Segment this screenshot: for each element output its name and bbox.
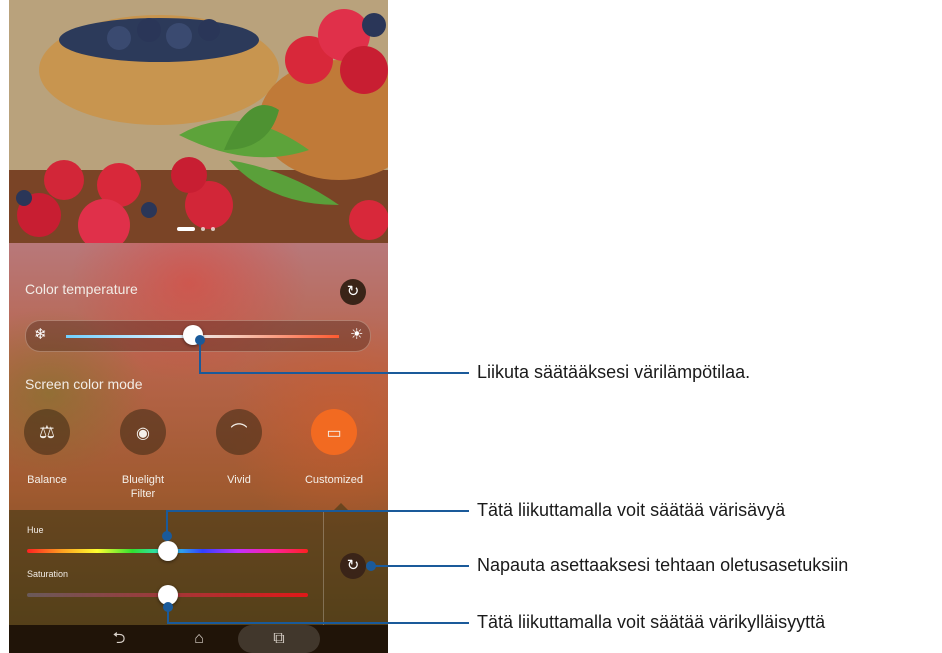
back-button[interactable]: ⮌	[104, 625, 134, 653]
home-button[interactable]: ⌂	[184, 625, 214, 653]
hue-leader-vertical	[166, 510, 168, 536]
customized-mode-button[interactable]: ▭	[311, 409, 357, 455]
page-indicator	[177, 227, 217, 231]
screen-color-mode-title: Screen color mode	[25, 376, 143, 392]
rainbow-icon: ⌒	[230, 423, 248, 442]
balance-mode-label: Balance	[27, 474, 67, 486]
temperature-leader-vertical	[199, 340, 201, 374]
refresh-icon: ↻	[346, 557, 360, 574]
home-icon: ⌂	[194, 630, 204, 647]
back-icon: ⮌	[112, 630, 126, 647]
hue-leader-horizontal	[166, 510, 469, 512]
eye-shield-icon: ◉	[136, 425, 150, 442]
hue-thumb[interactable]	[157, 541, 178, 561]
customize-divider	[323, 510, 324, 625]
recents-icon: ⧉	[273, 630, 285, 647]
page-dot	[211, 227, 215, 231]
balance-mode-button[interactable]: ⚖	[24, 409, 70, 455]
berries-image	[9, 0, 388, 243]
bluelight-label-line2: Filter	[130, 488, 156, 500]
recents-button[interactable]: ⧉	[264, 625, 294, 653]
customize-reset-button[interactable]: ↻	[340, 553, 366, 579]
vivid-mode-button[interactable]: ⌒	[216, 409, 262, 455]
bluelight-filter-mode-label: Bluelight Filter	[98, 473, 188, 501]
scale-icon: ⚖	[38, 422, 56, 442]
reset-callout: Napauta asettaaksesi tehtaan oletusasetu…	[477, 555, 849, 575]
bluelight-filter-mode-button[interactable]: ◉	[120, 409, 166, 455]
color-temperature-title: Color temperature	[25, 281, 138, 297]
hue-label: Hue	[27, 525, 44, 535]
temperature-callout: Liikuta säätääksesi värilämpötilaa.	[477, 362, 751, 382]
saturation-leader-horizontal	[167, 622, 469, 624]
device-screen: Color temperature ↻ ❄ ☀ Screen color mod…	[9, 0, 388, 653]
hue-callout: Tätä liikuttamalla voit säätää värisävyä	[477, 500, 786, 520]
customize-panel	[9, 510, 388, 625]
page-dot-active	[177, 227, 195, 231]
page-dot	[201, 227, 205, 231]
temperature-leader-horizontal	[199, 372, 469, 374]
reset-leader	[371, 565, 469, 567]
saturation-callout: Tätä liikuttamalla voit säätää värikyllä…	[477, 612, 826, 632]
wallpaper-photo	[9, 0, 388, 243]
color-temperature-reset-button[interactable]: ↻	[340, 279, 366, 305]
bluelight-label-line1: Bluelight	[121, 474, 165, 486]
refresh-icon: ↻	[346, 283, 360, 300]
customized-mode-label: Customized	[304, 474, 364, 486]
vivid-mode-label: Vivid	[227, 474, 251, 486]
navigation-bar: ⮌ ⌂ ⧉	[9, 625, 388, 653]
selected-mode-pointer	[334, 503, 348, 510]
snowflake-icon: ❄	[34, 326, 47, 343]
saturation-label: Saturation	[27, 569, 69, 579]
custom-screen-icon: ▭	[326, 425, 342, 442]
sun-icon: ☀	[350, 326, 364, 343]
